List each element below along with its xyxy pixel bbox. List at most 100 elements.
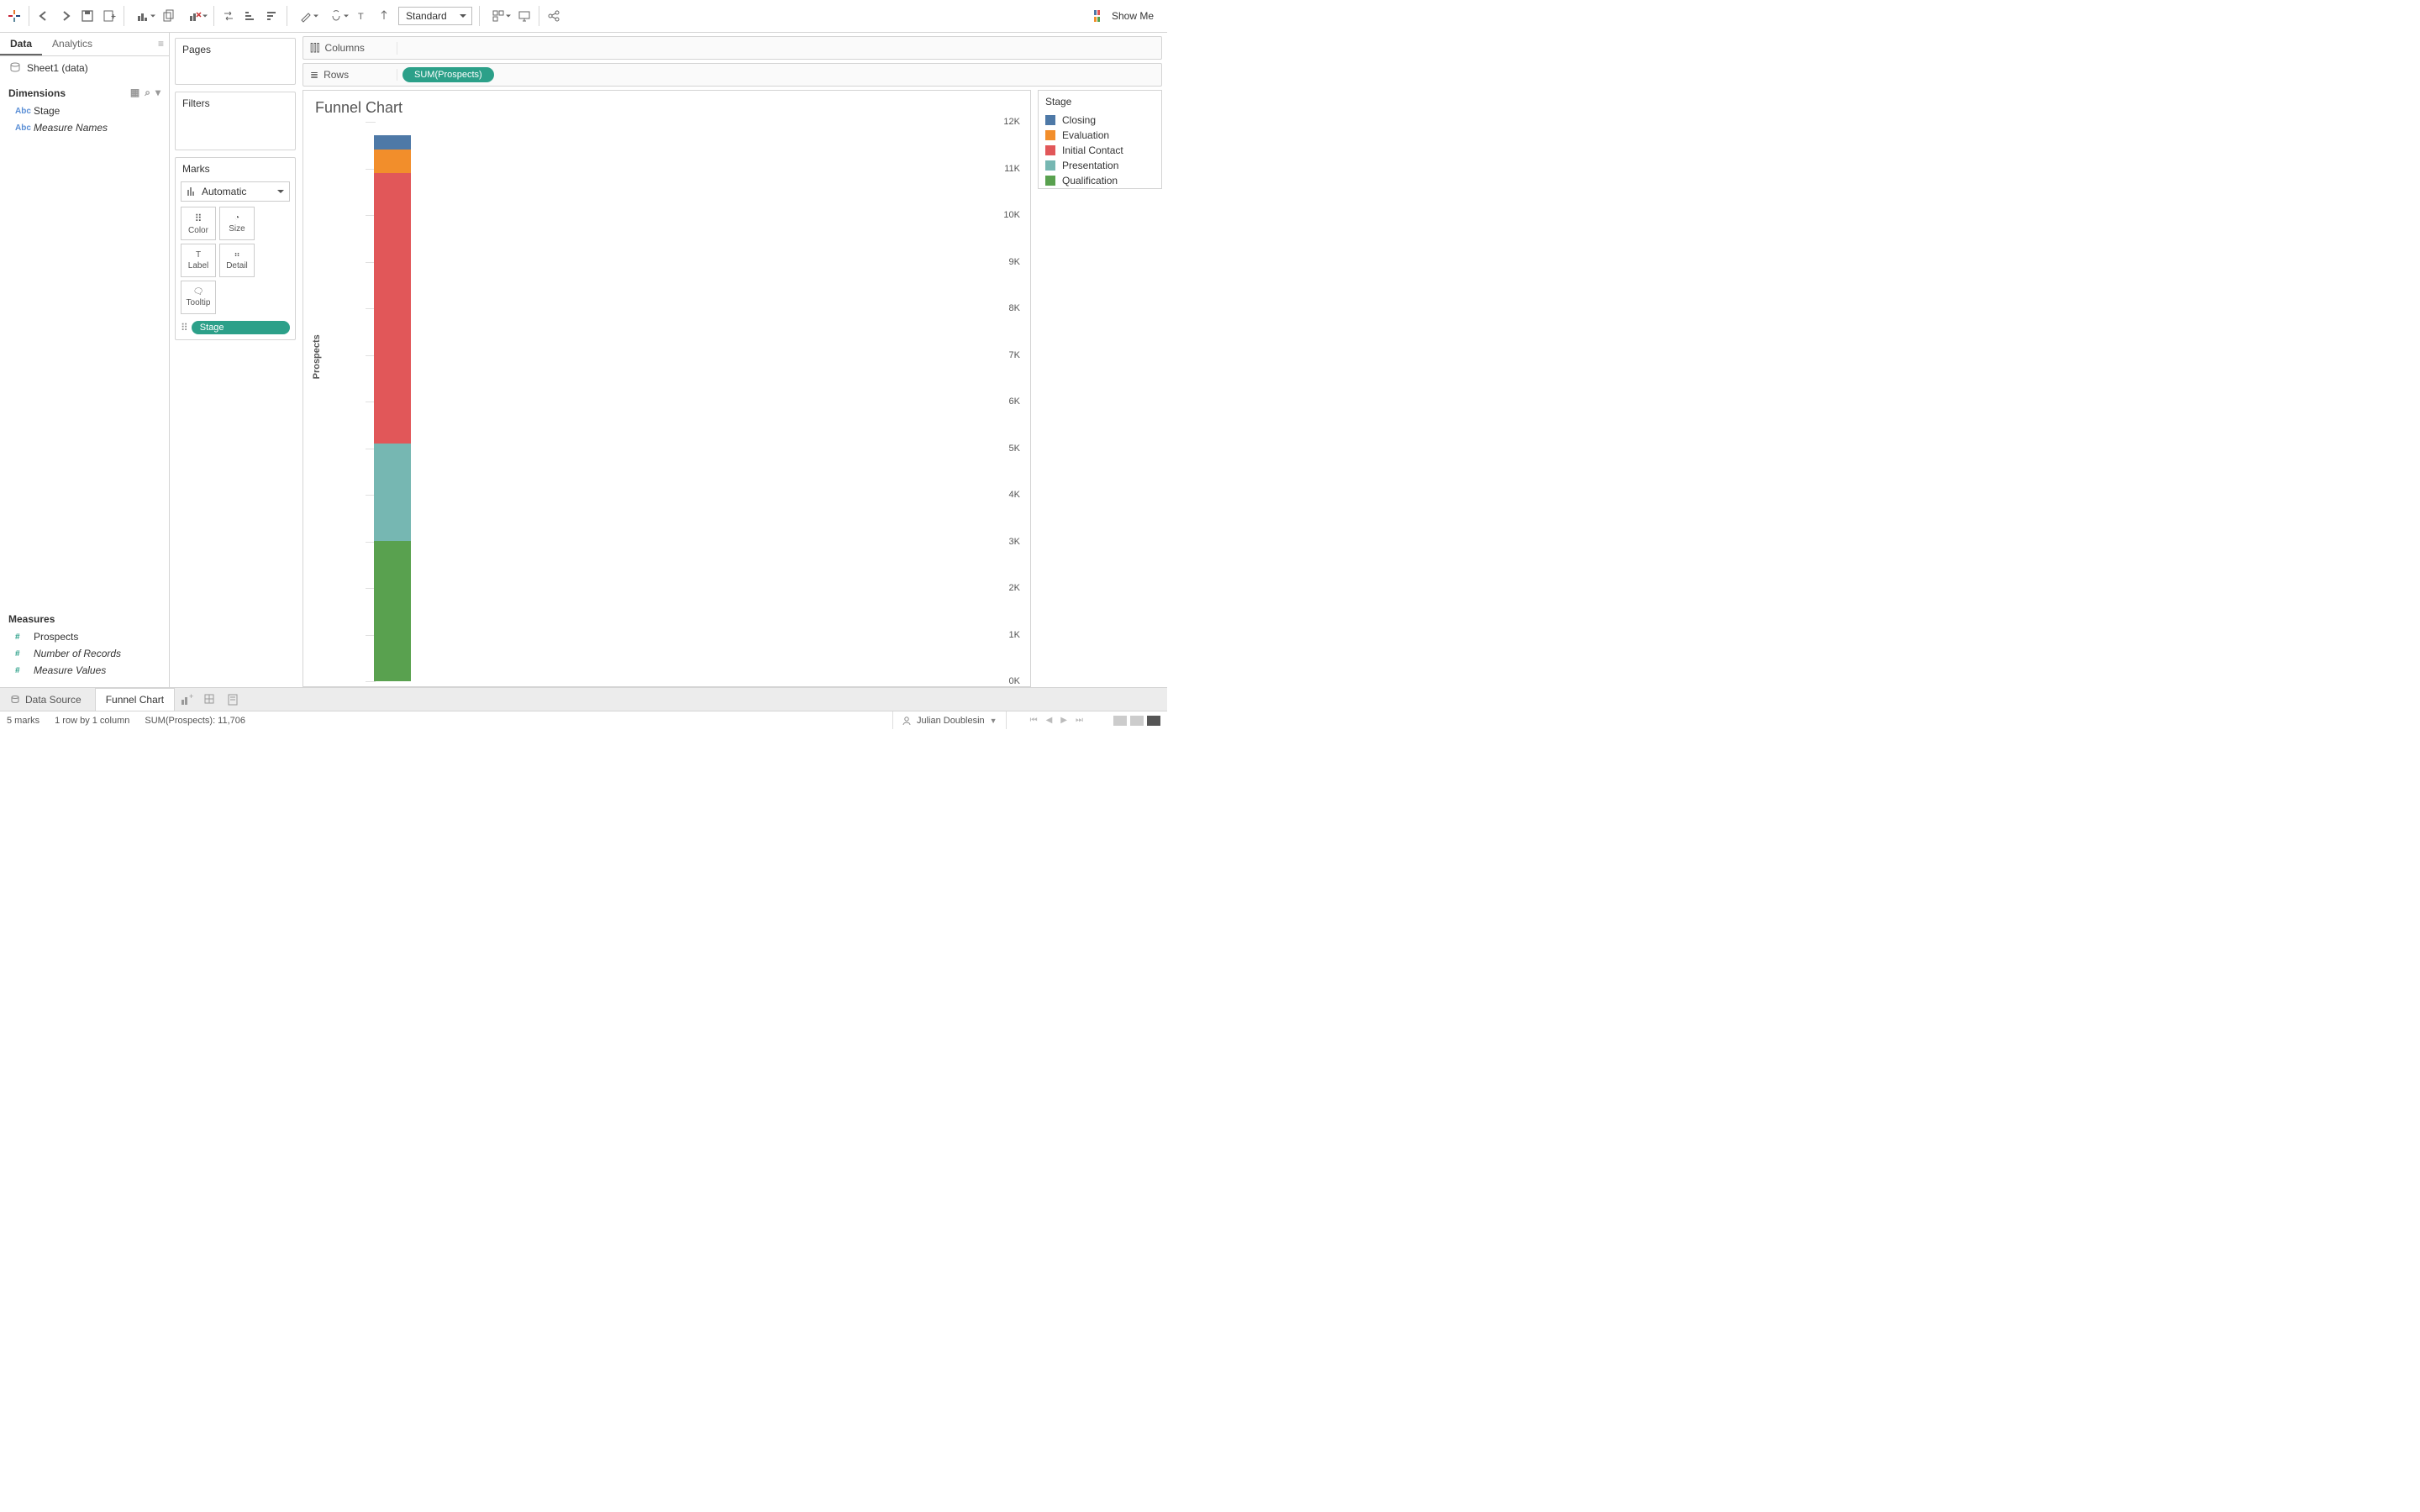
bar-segment[interactable] [374, 173, 411, 444]
view-tabs-button[interactable] [1113, 716, 1127, 726]
y-tick-label: 0K [986, 676, 1020, 686]
y-tick-label: 5K [986, 444, 1020, 454]
view-filmstrip-button[interactable] [1130, 716, 1144, 726]
group-button[interactable] [321, 5, 351, 27]
filters-card[interactable]: Filters [175, 92, 296, 150]
field-label: Stage [34, 105, 60, 117]
chart-plot[interactable]: Prospects 0K1K2K3K4K5K6K7K8K9K10K11K12K [315, 122, 1020, 681]
fields-menu-icon[interactable]: ▾ [155, 87, 160, 99]
nav-first-icon[interactable]: ⏮ [1030, 716, 1038, 725]
data-source-tab[interactable]: Data Source [0, 688, 92, 711]
legend-swatch [1045, 130, 1055, 140]
mark-tooltip-button[interactable]: 🗨Tooltip [181, 281, 216, 314]
legend-item[interactable]: Initial Contact [1039, 143, 1161, 158]
legend-item[interactable]: Evaluation [1039, 128, 1161, 143]
sheet-tabs-bar: Data Source Funnel Chart + [0, 687, 1167, 711]
bar-segment[interactable] [374, 541, 411, 681]
viz-title[interactable]: Funnel Chart [303, 91, 1030, 122]
legend-item[interactable]: Qualification [1039, 173, 1161, 188]
dimension-field[interactable]: AbcStage [0, 102, 169, 119]
user-menu[interactable]: Julian Doublesin ▼ [892, 711, 1007, 729]
new-worksheet-tab-button[interactable]: + [175, 688, 198, 711]
legend-title: Stage [1039, 91, 1161, 113]
rows-pill[interactable]: SUM(Prospects) [402, 67, 494, 82]
columns-icon: ⫿⫿⫿ [310, 42, 320, 55]
columns-shelf[interactable]: ⫿⫿⫿Columns [302, 36, 1162, 60]
bar-segment[interactable] [374, 150, 411, 173]
y-tick-label: 11K [986, 164, 1020, 174]
mark-type-dropdown[interactable]: Automatic [181, 181, 290, 202]
y-axis-label: Prospects [312, 334, 322, 379]
legend-item[interactable]: Presentation [1039, 158, 1161, 173]
view-sheet-button[interactable] [1147, 716, 1160, 726]
data-pane: Data Analytics ≡ Sheet1 (data) Dimension… [0, 33, 170, 687]
datasource-icon [8, 61, 22, 75]
pages-card[interactable]: Pages [175, 38, 296, 85]
undo-button[interactable] [33, 5, 55, 27]
highlight-button[interactable] [291, 5, 321, 27]
y-tick-label: 12K [986, 117, 1020, 127]
mark-size-button[interactable]: ◔Size [219, 207, 255, 240]
y-tick-label: 3K [986, 537, 1020, 547]
legend-swatch [1045, 145, 1055, 155]
cards-column: Pages Filters Marks Automatic ⠿Color ◔Si… [170, 33, 301, 687]
measure-field[interactable]: #Prospects [0, 628, 169, 645]
new-datasource-button[interactable] [98, 5, 120, 27]
sort-desc-button[interactable] [261, 5, 283, 27]
bar-icon [187, 186, 197, 197]
legend-item[interactable]: Closing [1039, 113, 1161, 128]
new-dashboard-tab-button[interactable] [198, 688, 222, 711]
new-worksheet-button[interactable] [128, 5, 158, 27]
new-story-tab-button[interactable] [222, 688, 245, 711]
data-pane-menu-icon[interactable]: ≡ [153, 33, 169, 55]
nav-next-icon[interactable]: ▶ [1060, 716, 1067, 725]
mark-detail-button[interactable]: ⠶Detail [219, 244, 255, 277]
mark-color-button[interactable]: ⠿Color [181, 207, 216, 240]
color-legend[interactable]: Stage Closing Evaluation Initial ContactPr… [1038, 90, 1162, 189]
nav-last-icon[interactable]: ⏭ [1076, 716, 1083, 725]
nav-prev-icon[interactable]: ◀ [1046, 716, 1053, 725]
presentation-button[interactable] [513, 5, 535, 27]
legend-label: Qualification [1062, 175, 1118, 186]
redo-button[interactable] [55, 5, 76, 27]
pin-button[interactable] [373, 5, 395, 27]
marks-card: Marks Automatic ⠿Color ◔Size TLabel ⠶Det… [175, 157, 296, 340]
svg-text:T: T [358, 12, 364, 22]
show-cards-button[interactable] [483, 5, 513, 27]
show-me-button[interactable]: Show Me [1086, 6, 1160, 26]
duplicate-sheet-button[interactable] [158, 5, 180, 27]
show-labels-button[interactable]: T [351, 5, 373, 27]
show-me-icon [1093, 9, 1107, 23]
legend-label: Evaluation [1062, 129, 1109, 141]
stacked-bar[interactable] [374, 135, 411, 681]
legend-label: Closing [1062, 114, 1096, 126]
data-pane-tabs: Data Analytics ≡ [0, 33, 169, 56]
mark-label-button[interactable]: TLabel [181, 244, 216, 277]
bar-segment[interactable] [374, 444, 411, 542]
sort-asc-button[interactable] [239, 5, 261, 27]
measure-field[interactable]: #Number of Records [0, 645, 169, 662]
active-sheet-tab[interactable]: Funnel Chart [95, 688, 175, 711]
tab-analytics[interactable]: Analytics [42, 33, 103, 55]
color-encoding-pill[interactable]: Stage [192, 321, 290, 334]
status-sum: SUM(Prospects): 11,706 [145, 716, 245, 726]
share-button[interactable] [543, 5, 565, 27]
view-mode-buttons [1107, 716, 1160, 726]
swap-button[interactable] [218, 5, 239, 27]
status-marks: 5 marks [7, 716, 39, 726]
dimension-field[interactable]: AbcMeasure Names [0, 119, 169, 136]
rows-shelf[interactable]: ≣Rows SUM(Prospects) [302, 63, 1162, 87]
search-fields-icon[interactable]: ⌕ [145, 87, 150, 99]
save-button[interactable] [76, 5, 98, 27]
tab-data[interactable]: Data [0, 33, 42, 55]
view-list-icon[interactable]: ▦ [130, 87, 139, 99]
measure-field[interactable]: #Measure Values [0, 662, 169, 679]
tableau-logo-icon[interactable] [3, 5, 25, 27]
fit-dropdown[interactable]: Standard [398, 7, 472, 25]
clear-sheet-button[interactable] [180, 5, 210, 27]
bar-segment[interactable] [374, 135, 411, 150]
data-source-row[interactable]: Sheet1 (data) [0, 56, 169, 80]
hash-icon: # [15, 649, 27, 659]
viz-canvas[interactable]: Funnel Chart Prospects 0K1K2K3K4K5K6K7K8… [302, 90, 1031, 687]
work-area: ⫿⫿⫿Columns ≣Rows SUM(Prospects) Funnel C… [301, 33, 1167, 687]
